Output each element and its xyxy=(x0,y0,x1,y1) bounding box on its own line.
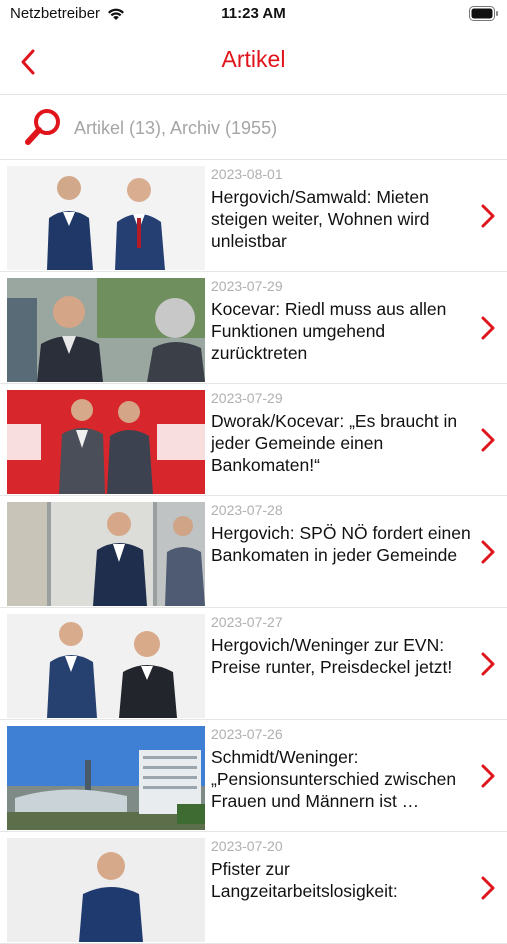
search-bar xyxy=(0,95,507,160)
page-title: Artikel xyxy=(221,46,286,72)
chevron-right-icon xyxy=(481,540,495,564)
article-row[interactable]: 2023-07-29 Dworak/Kocevar: „Es braucht i… xyxy=(0,384,507,496)
article-date: 2023-07-28 xyxy=(211,502,283,518)
chevron-right-icon xyxy=(481,876,495,900)
article-date: 2023-07-29 xyxy=(211,278,283,294)
article-date: 2023-08-01 xyxy=(211,166,283,182)
article-thumbnail xyxy=(7,614,205,718)
article-title: Schmidt/Weninger: „Pensionsunterschied z… xyxy=(211,747,457,811)
article-title: Hergovich/Weninger zur EVN: Preise runte… xyxy=(211,635,453,677)
chevron-right-icon xyxy=(481,316,495,340)
article-date: 2023-07-26 xyxy=(211,726,283,742)
article-row[interactable]: 2023-07-26 Schmidt/Weninger: „Pensionsun… xyxy=(0,720,507,832)
article-thumbnail xyxy=(7,166,205,270)
article-title: Dworak/Kocevar: „Es braucht in jeder Gem… xyxy=(211,411,458,475)
article-thumbnail xyxy=(7,502,205,606)
navigation-bar: Artikel xyxy=(0,30,507,95)
status-bar: Netzbetreiber 11:23 AM xyxy=(0,0,507,30)
battery-icon xyxy=(469,6,498,21)
status-time: 11:23 AM xyxy=(221,5,286,22)
article-list: 2023-08-01 Hergovich/Samwald: Mieten ste… xyxy=(0,160,507,944)
chevron-right-icon xyxy=(481,764,495,788)
article-thumbnail xyxy=(7,390,205,494)
search-icon[interactable] xyxy=(24,107,64,147)
article-row[interactable]: 2023-07-28 Hergovich: SPÖ NÖ fordert ein… xyxy=(0,496,507,608)
article-thumbnail xyxy=(7,726,205,830)
article-title: Pfister zur Langzeitarbeitslosigkeit: xyxy=(211,859,398,901)
article-date: 2023-07-29 xyxy=(211,390,283,406)
article-row[interactable]: 2023-08-01 Hergovich/Samwald: Mieten ste… xyxy=(0,160,507,272)
chevron-right-icon xyxy=(481,204,495,228)
article-date: 2023-07-27 xyxy=(211,614,283,630)
chevron-right-icon xyxy=(481,428,495,452)
article-title: Kocevar: Riedl muss aus allen Funktionen… xyxy=(211,299,447,363)
article-row[interactable]: 2023-07-29 Kocevar: Riedl muss aus allen… xyxy=(0,272,507,384)
chevron-right-icon xyxy=(481,652,495,676)
article-date: 2023-07-20 xyxy=(211,838,283,854)
article-thumbnail xyxy=(7,278,205,382)
article-row[interactable]: 2023-07-20 Pfister zur Langzeitarbeitslo… xyxy=(0,832,507,944)
article-title: Hergovich/Samwald: Mieten steigen weiter… xyxy=(211,187,430,251)
article-thumbnail xyxy=(7,838,205,942)
article-row[interactable]: 2023-07-27 Hergovich/Weninger zur EVN: P… xyxy=(0,608,507,720)
search-input[interactable] xyxy=(72,109,496,147)
article-title: Hergovich: SPÖ NÖ fordert einen Bankomat… xyxy=(211,523,471,565)
